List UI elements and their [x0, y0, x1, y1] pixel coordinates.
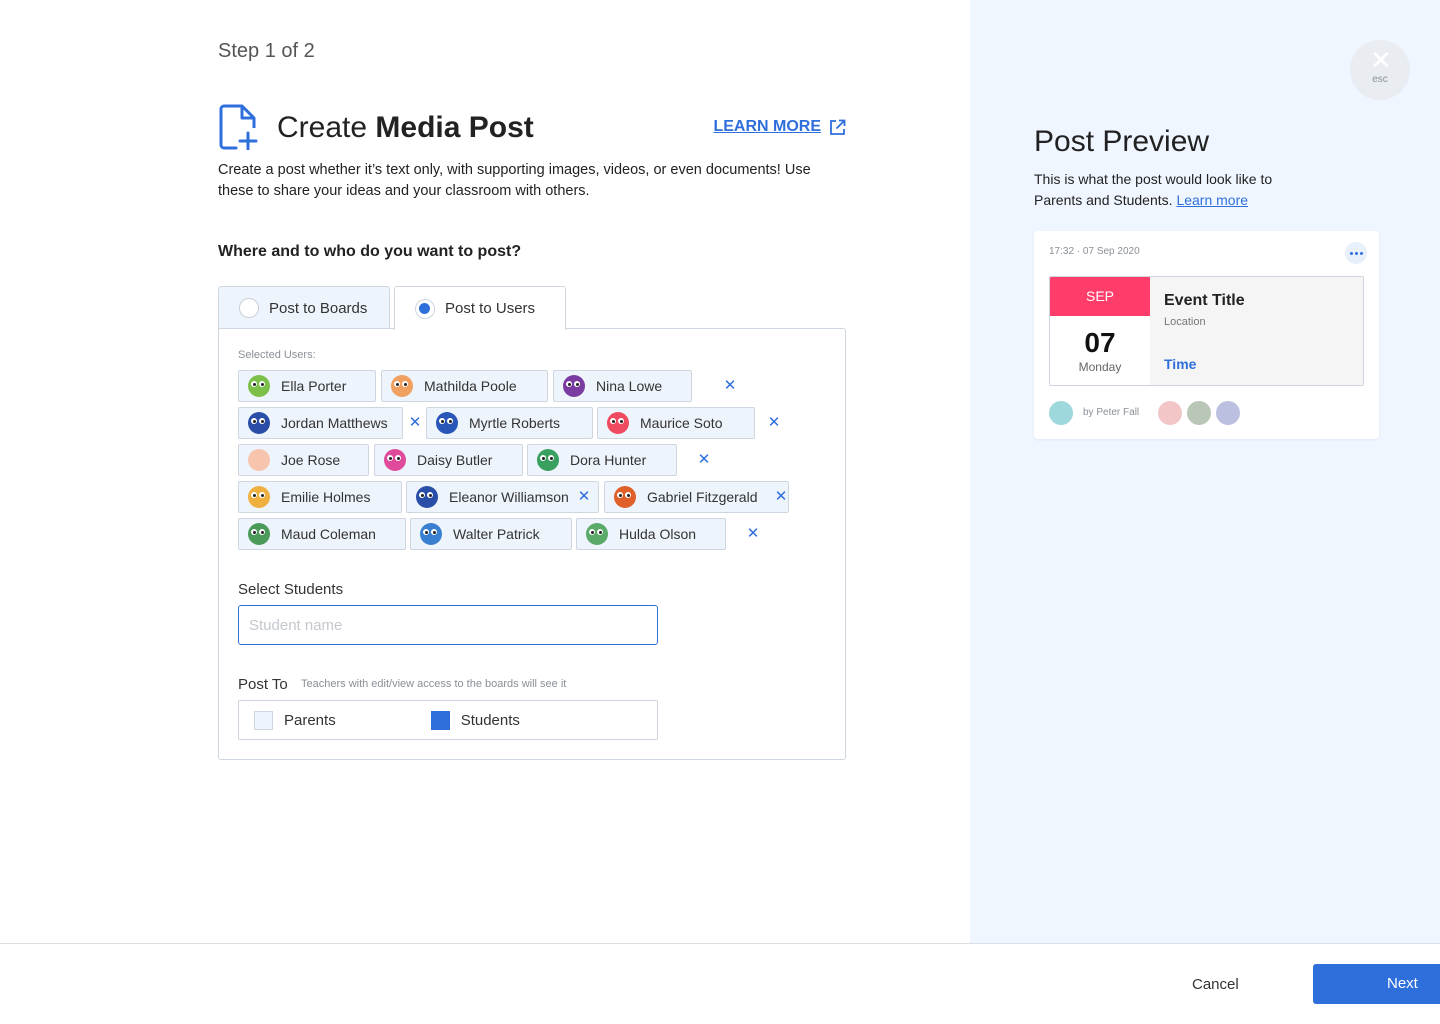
remove-icon[interactable]: ✕	[767, 415, 781, 430]
event-weekday: Monday	[1078, 360, 1122, 374]
audience-options: Parents Students	[238, 700, 658, 740]
students-label[interactable]: Students	[461, 712, 520, 729]
avatar-icon	[563, 375, 585, 397]
user-chip[interactable]: Maurice Soto	[597, 407, 755, 439]
avatar-icon	[586, 523, 608, 545]
avatar-icon	[436, 412, 458, 434]
close-icon: ✕	[1370, 45, 1392, 75]
page-description: Create a post whether it’s text only, wi…	[218, 162, 811, 199]
step-indicator: Step 1 of 2	[218, 40, 315, 62]
event-block: SEP 07 Monday Event Title Location Time	[1049, 276, 1364, 386]
preview-description: This is what the post would look like to…	[1034, 171, 1273, 208]
tab-post-to-boards[interactable]: Post to Boards	[218, 286, 390, 329]
post-to-hint: Teachers with edit/view access to the bo…	[301, 678, 567, 690]
avatar-icon	[614, 486, 636, 508]
next-button[interactable]: Next	[1313, 964, 1440, 1004]
tab-post-to-users[interactable]: Post to Users	[394, 286, 566, 330]
avatar-icon	[391, 375, 413, 397]
avatar-icon	[607, 412, 629, 434]
avatar-icon	[248, 523, 270, 545]
event-time: Time	[1164, 356, 1197, 372]
avatar-icon	[420, 523, 442, 545]
avatar-icon	[248, 449, 270, 471]
event-date: SEP 07 Monday	[1050, 277, 1150, 385]
avatar-icon	[248, 486, 270, 508]
user-chip[interactable]: Joe Rose	[238, 444, 369, 476]
author-avatar	[1049, 401, 1073, 425]
preview-title: Post Preview	[1034, 125, 1210, 158]
radio-icon	[239, 298, 259, 318]
remove-icon[interactable]: ✕	[774, 489, 788, 504]
event-day: 07	[1084, 327, 1116, 358]
select-students-label: Select Students	[238, 581, 344, 598]
user-chip[interactable]: Myrtle Roberts	[426, 407, 593, 439]
event-location: Location	[1164, 316, 1206, 328]
user-chip[interactable]: Jordan Matthews	[238, 407, 403, 439]
selected-users-label: Selected Users:	[238, 349, 316, 361]
cancel-button[interactable]: Cancel	[1192, 976, 1239, 993]
post-preview-card: 17:32 · 07 Sep 2020 SEP 07 Monday Event …	[1034, 231, 1379, 439]
user-chip[interactable]: Gabriel Fitzgerald	[604, 481, 789, 513]
avatar-icon	[537, 449, 559, 471]
user-chip[interactable]: Maud Coleman	[238, 518, 406, 550]
viewer-avatar	[1187, 401, 1211, 425]
user-chip[interactable]: Hulda Olson	[576, 518, 726, 550]
post-to-label: Post To	[238, 676, 288, 693]
parents-label[interactable]: Parents	[284, 712, 336, 729]
remove-icon[interactable]: ✕	[408, 415, 422, 430]
close-button[interactable]: ✕ esc	[1350, 40, 1410, 100]
viewer-avatar	[1158, 401, 1182, 425]
avatar-icon	[384, 449, 406, 471]
event-title: Event Title	[1164, 292, 1245, 309]
student-name-input[interactable]	[238, 605, 658, 645]
learn-more-link[interactable]: LEARN MORE	[713, 118, 846, 136]
event-month: SEP	[1050, 277, 1150, 316]
avatar-icon	[248, 412, 270, 434]
post-timestamp: 17:32 · 07 Sep 2020	[1049, 246, 1140, 257]
more-options-button[interactable]	[1345, 242, 1367, 264]
viewer-avatar	[1216, 401, 1240, 425]
avatar-icon	[416, 486, 438, 508]
user-chip[interactable]: Nina Lowe	[553, 370, 692, 402]
new-file-icon	[219, 104, 258, 150]
user-chip[interactable]: Daisy Butler	[374, 444, 523, 476]
students-checkbox[interactable]	[430, 710, 450, 730]
post-author: by Peter Fall	[1083, 407, 1140, 418]
preview-learn-more-link[interactable]: Learn more	[1176, 192, 1248, 208]
user-chip[interactable]: Mathilda Poole	[381, 370, 548, 402]
page-title: Create Media Post	[277, 111, 534, 144]
user-chip[interactable]: Dora Hunter	[527, 444, 677, 476]
remove-icon[interactable]: ✕	[723, 378, 737, 393]
remove-icon[interactable]: ✕	[577, 489, 591, 504]
user-chip[interactable]: Emilie Holmes	[238, 481, 402, 513]
parents-checkbox[interactable]	[254, 710, 273, 730]
page-header: Create Media Post LEARN MORE	[218, 104, 846, 152]
esc-hint: esc	[1372, 74, 1388, 85]
external-link-icon	[830, 119, 846, 135]
form-pane: Step 1 of 2 Create Media Post LEARN MORE…	[0, 0, 970, 943]
remove-icon[interactable]: ✕	[746, 526, 760, 541]
users-panel: Selected Users: Ella Porter Mathilda Poo…	[218, 328, 846, 760]
user-chip[interactable]: Ella Porter	[238, 370, 376, 402]
user-chip[interactable]: Eleanor Williamson	[406, 481, 599, 513]
user-chip[interactable]: Walter Patrick	[410, 518, 572, 550]
radio-selected-icon	[415, 298, 435, 319]
audience-question: Where and to who do you want to post?	[218, 243, 522, 260]
remove-icon[interactable]: ✕	[697, 452, 711, 467]
avatar-icon	[248, 375, 270, 397]
